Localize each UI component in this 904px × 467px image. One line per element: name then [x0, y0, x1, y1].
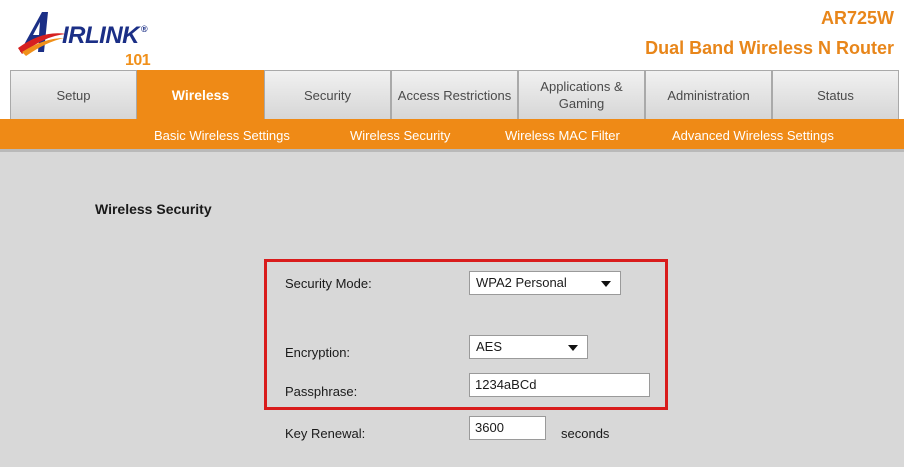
page-header: IRLINK ® 101 AR725W Dual Band Wireless N…: [0, 0, 904, 70]
main-tabs: Setup Wireless Security Access Restricti…: [0, 70, 904, 119]
tab-security[interactable]: Security: [264, 70, 391, 119]
chevron-down-icon: [568, 345, 578, 351]
content-area: Wireless Security Security Mode: WPA2 Pe…: [0, 152, 904, 467]
encryption-select[interactable]: AES: [469, 335, 588, 359]
registered-mark: ®: [141, 24, 148, 34]
subnav-wireless-security[interactable]: Wireless Security: [350, 128, 450, 143]
subnav-basic-wireless-settings[interactable]: Basic Wireless Settings: [154, 128, 290, 143]
sub-navigation: Basic Wireless Settings Wireless Securit…: [0, 119, 904, 152]
logo-swoosh-icon: [18, 12, 66, 56]
chevron-down-icon: [601, 281, 611, 287]
airlink-logo: IRLINK ® 101: [18, 8, 168, 70]
tab-setup[interactable]: Setup: [10, 70, 137, 119]
subnav-advanced-wireless-settings[interactable]: Advanced Wireless Settings: [672, 128, 834, 143]
tab-status[interactable]: Status: [772, 70, 899, 119]
section-title: Wireless Security: [95, 201, 212, 217]
security-mode-select[interactable]: WPA2 Personal: [469, 271, 621, 295]
tab-access-restrictions[interactable]: Access Restrictions: [391, 70, 518, 119]
logo-number: 101: [125, 52, 151, 69]
encryption-value: AES: [476, 339, 503, 354]
passphrase-label: Passphrase:: [285, 384, 358, 399]
security-mode-label: Security Mode:: [285, 276, 372, 291]
subnav-wireless-mac-filter[interactable]: Wireless MAC Filter: [505, 128, 620, 143]
key-renewal-label: Key Renewal:: [285, 426, 366, 441]
model-number: AR725W: [820, 8, 894, 28]
product-name: Dual Band Wireless N Router: [645, 38, 894, 58]
tab-wireless[interactable]: Wireless: [137, 70, 264, 119]
security-mode-value: WPA2 Personal: [476, 275, 567, 290]
tab-applications-gaming[interactable]: Applications & Gaming: [518, 70, 645, 119]
tab-administration[interactable]: Administration: [645, 70, 772, 119]
passphrase-input[interactable]: 1234aBCd: [469, 373, 650, 397]
key-renewal-input[interactable]: 3600: [469, 416, 546, 440]
key-renewal-unit: seconds: [561, 426, 610, 441]
encryption-label: Encryption:: [285, 345, 351, 360]
logo-wordmark: IRLINK: [62, 22, 140, 49]
